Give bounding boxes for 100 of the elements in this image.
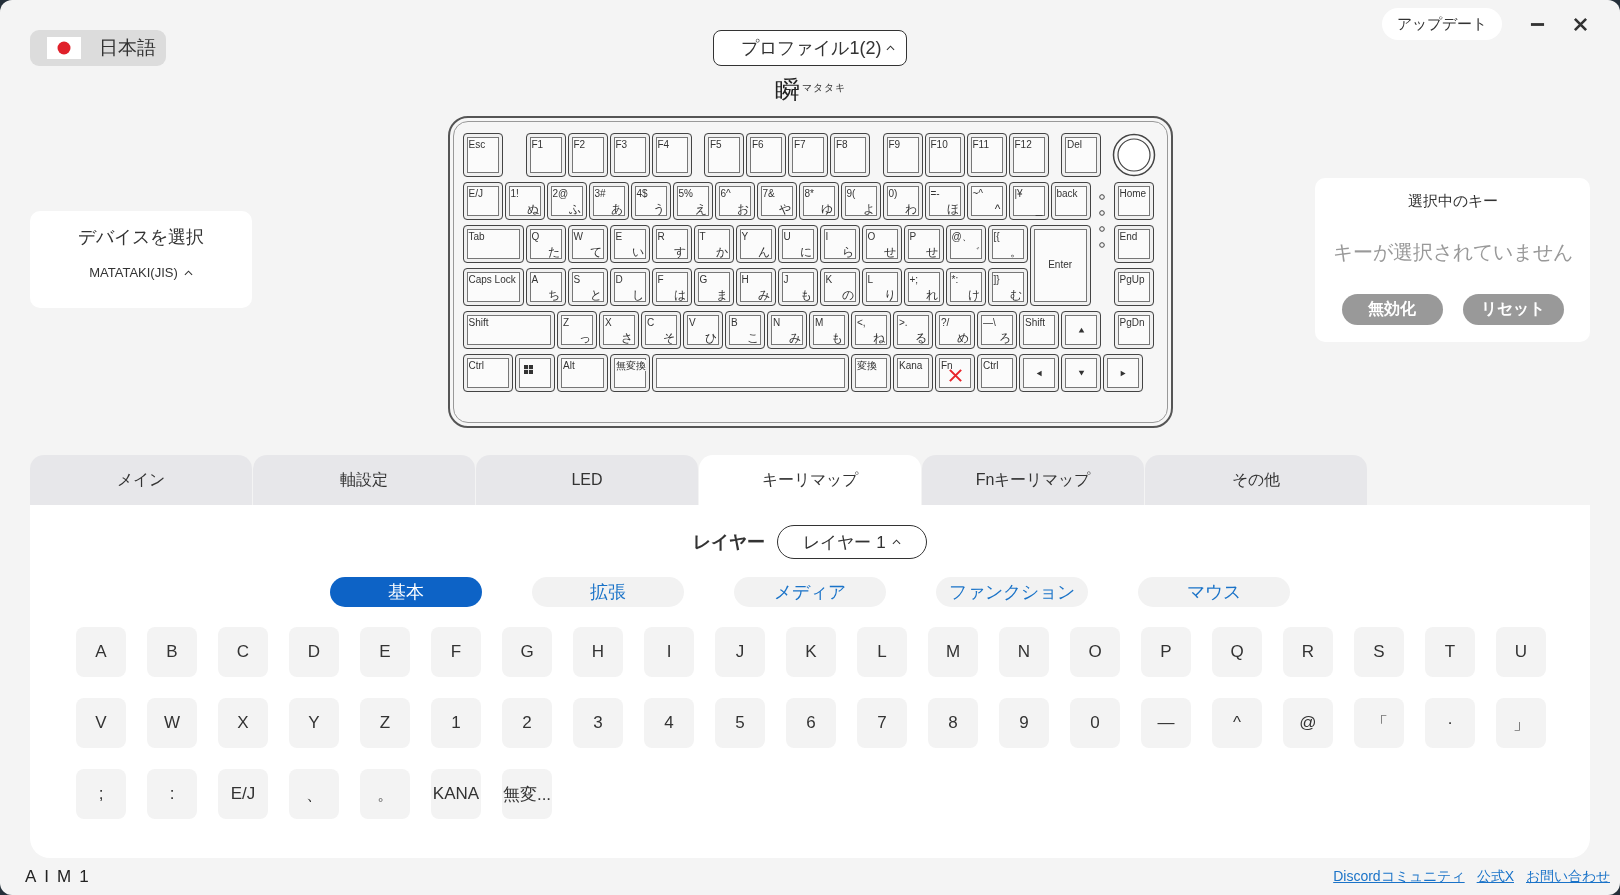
layer-dropdown[interactable]: レイヤー 1 (777, 525, 927, 559)
keycap[interactable]: F4 (651, 133, 692, 177)
keycap[interactable]: Ctrl (977, 354, 1017, 392)
key-option[interactable]: @ (1283, 698, 1333, 748)
tab[interactable]: LED (476, 455, 698, 505)
keycap[interactable]: Shift (462, 311, 555, 349)
key-option[interactable]: A (76, 627, 126, 677)
keycap[interactable]: 7& や (756, 182, 797, 220)
keycap[interactable]: PgUp (1113, 268, 1154, 306)
category-tab[interactable]: メディア (734, 577, 886, 607)
keycap[interactable]: G ま (693, 268, 734, 306)
keycap[interactable]: >. る (893, 311, 933, 349)
language-button[interactable]: 日本語 (30, 30, 166, 66)
key-option[interactable]: B (147, 627, 197, 677)
keycap[interactable]: 1! ぬ (504, 182, 545, 220)
key-option[interactable]: 6 (786, 698, 836, 748)
key-option[interactable]: ^ (1212, 698, 1262, 748)
keycap[interactable]: F12 (1008, 133, 1049, 177)
keycap[interactable]: E い (609, 225, 650, 263)
key-option[interactable]: S (1354, 627, 1404, 677)
key-option[interactable]: 4 (644, 698, 694, 748)
keycap[interactable]: F5 (704, 133, 744, 177)
key-option[interactable]: I (644, 627, 694, 677)
key-option[interactable]: 「 (1354, 698, 1404, 748)
key-option[interactable]: 1 (431, 698, 481, 748)
device-dropdown[interactable]: MATATAKI(JIS) (87, 263, 195, 282)
keycap[interactable]: I ら (819, 225, 860, 263)
keycap[interactable]: 4$ う (630, 182, 671, 220)
key-option[interactable]: 8 (928, 698, 978, 748)
category-tab[interactable]: 拡張 (532, 577, 684, 607)
keycap[interactable]: Alt (557, 354, 608, 392)
key-option[interactable]: ; (76, 769, 126, 819)
keycap[interactable]: F7 (788, 133, 828, 177)
keycap[interactable]: 3# あ (588, 182, 629, 220)
keycap[interactable]: Home (1113, 182, 1154, 220)
key-option[interactable]: 。 (360, 769, 410, 819)
key-option[interactable]: 5 (715, 698, 765, 748)
key-option[interactable]: 2 (502, 698, 552, 748)
keycap[interactable]: S と (567, 268, 608, 306)
key-option[interactable]: — (1141, 698, 1191, 748)
keycap[interactable]: E/J (462, 182, 503, 220)
key-option[interactable]: W (147, 698, 197, 748)
key-option[interactable]: E (360, 627, 410, 677)
key-option[interactable]: : (147, 769, 197, 819)
keycap[interactable]: F は (651, 268, 692, 306)
key-option[interactable]: G (502, 627, 552, 677)
keycap[interactable]: |¥ _ (1008, 182, 1049, 220)
key-option[interactable]: O (1070, 627, 1120, 677)
tab[interactable]: メイン (30, 455, 252, 505)
keycap[interactable]: H み (735, 268, 776, 306)
key-option[interactable]: P (1141, 627, 1191, 677)
keycap[interactable]: P せ (903, 225, 944, 263)
category-tab[interactable]: ファンクション (936, 577, 1088, 607)
keycap[interactable]: Enter (1029, 225, 1091, 306)
keycap[interactable]: Kana (893, 354, 933, 392)
keycap[interactable]: 2@ ふ (546, 182, 587, 220)
keycap[interactable]: T か (693, 225, 734, 263)
keycap[interactable]: Del (1061, 133, 1101, 177)
keycap[interactable]: End (1113, 225, 1154, 263)
keycap[interactable]: X さ (599, 311, 639, 349)
keycap[interactable]: Caps Lock (462, 268, 524, 306)
key-option[interactable]: 7 (857, 698, 907, 748)
key-option[interactable]: C (218, 627, 268, 677)
keycap[interactable]: Y ん (735, 225, 776, 263)
key-option[interactable]: H (573, 627, 623, 677)
keycap[interactable]: 変換 (851, 354, 891, 392)
key-option[interactable]: 、 (289, 769, 339, 819)
keycap[interactable]: Z っ (557, 311, 597, 349)
key-option[interactable]: V (76, 698, 126, 748)
keycap[interactable]: U に (777, 225, 818, 263)
key-option[interactable]: N (999, 627, 1049, 677)
keycap[interactable]: F8 (830, 133, 870, 177)
keycap[interactable]: 0) わ (882, 182, 923, 220)
keycap[interactable]: F9 (882, 133, 923, 177)
keycap[interactable]: 無変換 (609, 354, 650, 392)
key-option[interactable]: 3 (573, 698, 623, 748)
keycap[interactable]: ~^ ^ (966, 182, 1007, 220)
keycap[interactable]: N み (767, 311, 807, 349)
keycap[interactable]: back (1050, 182, 1091, 220)
keycap[interactable]: F10 (924, 133, 965, 177)
keycap[interactable]: Ctrl (462, 354, 513, 392)
profile-dropdown[interactable]: プロファイル1(2) (713, 30, 907, 66)
keycap[interactable]: Tab (462, 225, 524, 263)
key-option[interactable]: F (431, 627, 481, 677)
tab[interactable]: Fnキーリマップ (922, 455, 1144, 505)
footer-link[interactable]: お問い合わせ (1526, 867, 1610, 886)
tab[interactable]: キーリマップ (699, 455, 921, 505)
keycap[interactable]: PgDn (1113, 311, 1154, 349)
key-option[interactable]: K (786, 627, 836, 677)
keycap[interactable]: A ち (525, 268, 566, 306)
keycap[interactable]: Fn (935, 354, 975, 392)
key-option[interactable]: Y (289, 698, 339, 748)
keycap[interactable]: C そ (641, 311, 681, 349)
keycap[interactable]: L り (861, 268, 902, 306)
keycap[interactable]: 5% え (672, 182, 713, 220)
key-option[interactable]: 9 (999, 698, 1049, 748)
footer-link[interactable]: 公式X (1476, 867, 1514, 886)
keycap[interactable]: R す (651, 225, 692, 263)
keycap[interactable]: +; れ (903, 268, 944, 306)
key-option[interactable]: · (1425, 698, 1475, 748)
